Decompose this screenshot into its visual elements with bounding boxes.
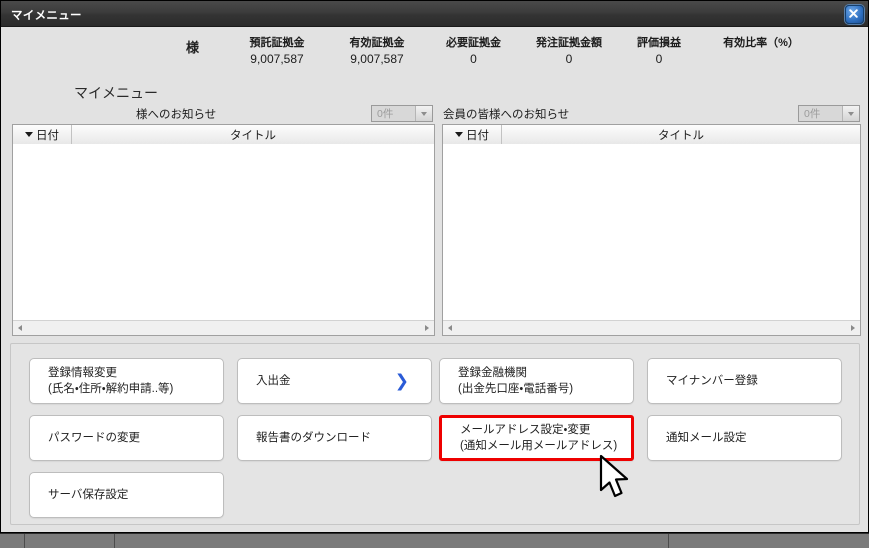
menu-button-area: 登録情報変更 (氏名・住所・解約申請..等) 入出金 ❯ 登録金融機関 (出金先… (10, 343, 860, 525)
scroll-right-icon[interactable] (420, 321, 434, 335)
close-button[interactable] (845, 5, 864, 24)
metric-value: 9,007,587 (350, 52, 404, 66)
metric-label: 預託証拠金 (249, 37, 305, 49)
metric-label: 評価損益 (637, 37, 681, 49)
main-panel: 様 預託証拠金 9,007,587 有効証拠金 9,007,587 必要証拠金 … (6, 31, 864, 529)
members-notices-header: 会員の皆様へのお知らせ 0件 (443, 105, 861, 123)
window-titlebar: マイメニュー (1, 1, 868, 27)
members-notices-list: 日付 タイトル (442, 124, 861, 336)
personal-notices-horizontal-scrollbar[interactable] (13, 320, 434, 335)
menu-button-download-report[interactable]: 報告書のダウンロード (237, 415, 432, 461)
personal-notices-list-body (13, 144, 434, 320)
menu-button-line2: (通知メール用メールアドレス) (460, 440, 618, 452)
sort-descending-icon (455, 132, 463, 137)
menu-button-server-save-settings[interactable]: サーバ保存設定 (29, 472, 224, 518)
menu-button-line1: 登録情報変更 (48, 367, 117, 379)
menu-button-label: マイナンバー登録 (666, 373, 758, 389)
menu-button-email-settings[interactable]: メールアドレス設定・変更 (通知メール用メールアドレス) (439, 415, 634, 461)
metric-label: 有効証拠金 (349, 37, 405, 49)
close-icon (849, 9, 858, 18)
column-header-date-label: 日付 (36, 129, 59, 142)
menu-button-line1: 通知メール設定 (666, 432, 747, 444)
column-header-title[interactable]: タイトル (502, 125, 860, 144)
window-title: マイメニュー (11, 10, 82, 22)
taskbar-divider (668, 534, 669, 548)
column-header-date[interactable]: 日付 (13, 125, 72, 144)
metric-value: 9,007,587 (250, 52, 304, 66)
members-notices-count-dropdown[interactable]: 0件 (798, 105, 860, 122)
column-header-date[interactable]: 日付 (443, 125, 502, 144)
sort-descending-icon (25, 132, 33, 137)
members-notices-count-value: 0件 (804, 108, 821, 120)
menu-button-line1: 登録金融機関 (458, 367, 527, 379)
metric-label: 発注証拠金額 (536, 37, 602, 49)
menu-button-label: サーバ保存設定 (48, 487, 128, 503)
members-notices-horizontal-scrollbar[interactable] (443, 320, 860, 335)
personal-notices-label: 様へのお知らせ (136, 109, 217, 121)
menu-button-label: メールアドレス設定・変更 (通知メール用メールアドレス) (460, 422, 617, 454)
page-title: マイメニュー (74, 85, 158, 101)
personal-notices-count-value: 0件 (377, 108, 394, 120)
chevron-right-icon: ❯ (394, 371, 409, 391)
metric-value: 0 (565, 52, 573, 66)
menu-button-line1: サーバ保存設定 (48, 489, 129, 501)
menu-button-line1: 入出金 (256, 375, 291, 387)
chevron-down-icon (415, 106, 432, 121)
metric-label: 有効比率（%） (723, 37, 799, 49)
menu-button-label: 通知メール設定 (666, 430, 747, 446)
menu-button-label: パスワードの変更 (48, 430, 140, 446)
scroll-left-icon[interactable] (13, 321, 27, 335)
menu-button-label: 登録情報変更 (氏名・住所・解約申請..等) (48, 365, 173, 397)
menu-button-notification-mail-settings[interactable]: 通知メール設定 (647, 415, 842, 461)
column-header-title[interactable]: タイトル (72, 125, 434, 144)
menu-button-line1: 報告書のダウンロード (256, 432, 371, 444)
menu-button-label: 報告書のダウンロード (256, 430, 371, 446)
metric-valuation-pl: 評価損益 0 (614, 36, 704, 67)
menu-button-label: 入出金 (256, 373, 291, 389)
menu-button-financial-institution[interactable]: 登録金融機関 (出金先口座・電話番号) (439, 358, 634, 404)
taskbar-divider (24, 534, 25, 548)
metric-label: 必要証拠金 (446, 37, 501, 49)
members-notices-label: 会員の皆様へのお知らせ (443, 109, 570, 121)
account-summary: 様 預託証拠金 9,007,587 有効証拠金 9,007,587 必要証拠金 … (6, 31, 864, 71)
menu-button-change-password[interactable]: パスワードの変更 (29, 415, 224, 461)
menu-button-line1: マイナンバー登録 (666, 375, 758, 387)
menu-button-label: 登録金融機関 (出金先口座・電話番号) (458, 365, 573, 397)
taskbar-divider (114, 534, 115, 548)
chevron-down-icon (842, 106, 859, 121)
personal-notices-list-header: 日付 タイトル (13, 125, 434, 145)
menu-button-line1: パスワードの変更 (48, 432, 140, 444)
menu-button-my-number[interactable]: マイナンバー登録 (647, 358, 842, 404)
personal-notices-list: 日付 タイトル (12, 124, 435, 336)
menu-button-line1: メールアドレス設定・変更 (460, 424, 591, 436)
column-header-date-label: 日付 (466, 129, 489, 142)
scroll-left-icon[interactable] (443, 321, 457, 335)
metric-value: 0 (470, 52, 477, 66)
column-header-title-label: タイトル (658, 129, 704, 142)
metric-required-margin: 必要証拠金 0 (426, 36, 521, 67)
metric-deposit-margin: 預託証拠金 9,007,587 (222, 36, 332, 67)
members-notices-list-header: 日付 タイトル (443, 125, 860, 145)
menu-button-line2: (出金先口座・電話番号) (458, 383, 574, 395)
menu-button-line2: (氏名・住所・解約申請..等) (48, 383, 174, 395)
metric-effective-margin: 有効証拠金 9,007,587 (322, 36, 432, 67)
personal-notices-count-dropdown[interactable]: 0件 (371, 105, 433, 122)
my-menu-window: マイメニュー 様 預託証拠金 9,007,587 有効証拠金 9,007,587… (0, 0, 869, 533)
personal-notices-header: 様へのお知らせ 0件 (136, 105, 436, 123)
column-header-title-label: タイトル (230, 129, 276, 142)
desktop-taskbar (0, 533, 869, 548)
menu-button-registration-info[interactable]: 登録情報変更 (氏名・住所・解約申請..等) (29, 358, 224, 404)
metric-effective-ratio: 有効比率（%） (706, 36, 816, 51)
metric-order-margin: 発注証拠金額 0 (514, 36, 624, 67)
account-honorific: 様 (186, 40, 200, 55)
scroll-right-icon[interactable] (846, 321, 860, 335)
menu-button-deposit-withdrawal[interactable]: 入出金 ❯ (237, 358, 432, 404)
metric-value: 0 (655, 52, 663, 66)
members-notices-list-body (443, 144, 860, 320)
